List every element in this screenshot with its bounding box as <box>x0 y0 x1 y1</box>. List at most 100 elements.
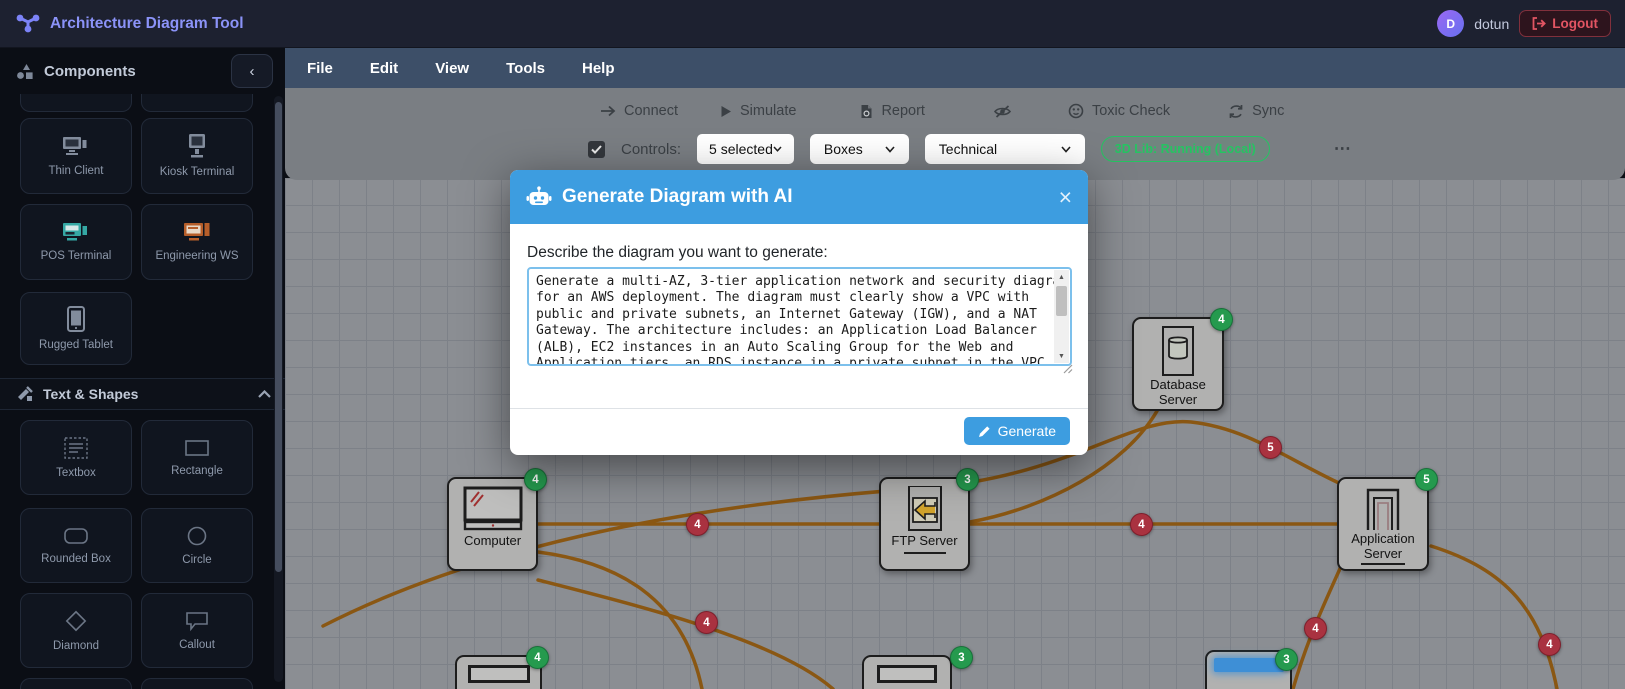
component-card-pos-terminal[interactable]: POS Terminal <box>20 204 132 280</box>
scroll-down-icon[interactable]: ▼ <box>1054 349 1069 363</box>
connect-label: Connect <box>624 103 678 119</box>
component-card-rugged-tablet[interactable]: Rugged Tablet <box>20 292 132 365</box>
rectangle-icon <box>183 438 211 458</box>
monitor-top-icon <box>877 665 937 683</box>
user-avatar[interactable]: D <box>1437 10 1464 37</box>
controls-checkbox[interactable] <box>588 141 605 158</box>
top-navbar: Architecture Diagram Tool D dotun Logout <box>0 0 1625 48</box>
eye-slash-icon <box>993 104 1012 119</box>
node-count-badge: 5 <box>1415 468 1438 491</box>
menu-edit[interactable]: Edit <box>370 60 398 77</box>
modal-title: Generate Diagram with AI <box>562 186 1049 208</box>
menu-help[interactable]: Help <box>582 60 615 77</box>
detail-dropdown[interactable]: Technical <box>925 134 1085 164</box>
shape-card-rounded-box[interactable]: Rounded Box <box>20 508 132 583</box>
component-card-thin-client[interactable]: Thin Client <box>20 118 132 194</box>
edge-badge: 4 <box>1304 617 1327 640</box>
shape-card-circle[interactable]: Circle <box>141 508 253 583</box>
prompt-label: Describe the diagram you want to generat… <box>527 244 828 262</box>
sidebar-scrollbar-thumb[interactable] <box>275 102 282 572</box>
modal-header: Generate Diagram with AI × <box>510 170 1088 224</box>
logout-button[interactable]: Logout <box>1519 10 1611 37</box>
resize-handle-icon[interactable] <box>1063 364 1073 374</box>
kiosk-terminal-icon <box>185 133 209 159</box>
component-label: Textbox <box>56 467 96 479</box>
menu-file[interactable]: File <box>307 60 333 77</box>
shape-card-textbox[interactable]: Textbox <box>20 420 132 495</box>
component-label: Circle <box>182 554 211 566</box>
node-database-server[interactable]: Database Server <box>1132 317 1224 411</box>
file-chart-icon <box>860 104 873 119</box>
sidebar-header: Components ‹ <box>0 48 285 94</box>
biohazard-icon <box>1068 103 1084 119</box>
prompt-textarea[interactable]: Generate a multi-AZ, 3-tier application … <box>527 267 1072 366</box>
connect-button[interactable]: Connect <box>600 103 678 119</box>
component-card-kiosk-terminal[interactable]: Kiosk Terminal <box>141 118 253 194</box>
sidebar-collapse-button[interactable]: ‹ <box>231 54 273 88</box>
text-shapes-section-header[interactable]: Text & Shapes <box>0 378 285 410</box>
shape-card-callout[interactable]: Callout <box>141 593 253 668</box>
simulate-button[interactable]: Simulate <box>720 103 796 119</box>
textarea-scrollbar-thumb[interactable] <box>1056 286 1067 316</box>
scroll-up-icon[interactable]: ▲ <box>1054 270 1069 284</box>
component-label: Engineering WS <box>155 250 238 262</box>
chevron-left-icon: ‹ <box>250 63 255 80</box>
more-options-button[interactable]: ⋯ <box>1334 139 1352 159</box>
component-label: POS Terminal <box>41 250 112 262</box>
node-computer[interactable]: Computer <box>447 477 538 571</box>
shape-card-partial[interactable] <box>141 678 253 689</box>
node-count-badge: 4 <box>1210 308 1233 331</box>
edge-badge: 4 <box>1130 513 1153 536</box>
node-label: Computer <box>464 534 521 549</box>
toolbar-actions-row: Connect Simulate Report Toxic Check Sync <box>600 97 1284 125</box>
node-label: FTP Server <box>891 534 957 549</box>
shape-card-rectangle[interactable]: Rectangle <box>141 420 253 495</box>
component-card-partial[interactable] <box>20 94 132 112</box>
node-partial-bottom[interactable] <box>862 655 952 689</box>
report-label: Report <box>881 103 925 119</box>
close-icon[interactable]: × <box>1059 186 1072 209</box>
menu-view[interactable]: View <box>435 60 469 77</box>
textarea-scrollbar[interactable]: ▲ ▼ <box>1054 270 1069 363</box>
node-ftp-server[interactable]: FTP Server <box>879 477 970 571</box>
node-application-server[interactable]: Application Server <box>1337 477 1429 571</box>
toxic-check-label: Toxic Check <box>1092 103 1170 119</box>
sidebar-scrollbar[interactable] <box>274 96 283 682</box>
username-label: dotun <box>1474 16 1509 32</box>
app-root: Architecture Diagram Tool D dotun Logout… <box>0 0 1625 689</box>
toxic-check-button[interactable]: Toxic Check <box>1068 103 1170 119</box>
component-card-partial[interactable] <box>141 94 253 112</box>
report-button[interactable]: Report <box>860 103 925 119</box>
arrow-right-icon <box>600 105 616 117</box>
edge-badge: 4 <box>695 611 718 634</box>
detail-dropdown-value: Technical <box>939 141 997 157</box>
generate-diagram-modal: Generate Diagram with AI × Describe the … <box>510 170 1088 455</box>
sync-button[interactable]: Sync <box>1228 103 1284 119</box>
textbox-icon <box>63 436 89 460</box>
selected-glow-bar <box>1214 658 1284 672</box>
logout-icon <box>1532 17 1546 30</box>
generate-button[interactable]: Generate <box>964 417 1070 445</box>
shape-card-partial[interactable] <box>20 678 132 689</box>
shape-card-diamond[interactable]: Diamond <box>20 593 132 668</box>
visibility-toggle-button[interactable] <box>993 104 1012 119</box>
app-title: Architecture Diagram Tool <box>50 15 244 33</box>
component-card-engineering-ws[interactable]: Engineering WS <box>141 204 253 280</box>
rounded-box-icon <box>62 526 90 546</box>
edge-badge: 4 <box>686 513 709 536</box>
sidebar-title: Components <box>44 63 222 80</box>
generate-label: Generate <box>998 423 1056 439</box>
chevron-up-icon[interactable] <box>258 390 271 398</box>
menu-tools[interactable]: Tools <box>506 60 545 77</box>
node-label: Application Server <box>1339 532 1427 561</box>
component-label: Kiosk Terminal <box>160 166 235 178</box>
thin-client-icon <box>61 134 91 158</box>
edge-badge: 5 <box>1259 436 1282 459</box>
style-dropdown[interactable]: Boxes <box>810 134 909 164</box>
node-count-badge: 3 <box>956 468 979 491</box>
selection-count-button[interactable]: 5 selected <box>697 134 794 164</box>
icon-frame-base <box>1361 563 1405 565</box>
play-icon <box>720 105 732 118</box>
icon-frame-base <box>904 552 946 554</box>
logout-label: Logout <box>1552 16 1598 31</box>
